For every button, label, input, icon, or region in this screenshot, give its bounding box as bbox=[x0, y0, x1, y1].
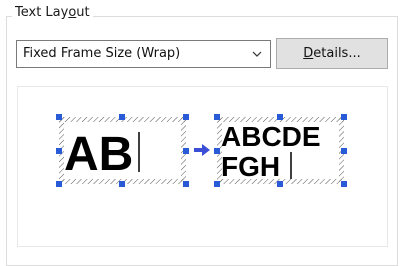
arrow-right-icon bbox=[194, 144, 210, 156]
before-frame: AB bbox=[56, 114, 189, 187]
after-text-line1: ABCDE bbox=[221, 121, 321, 152]
before-text: AB bbox=[64, 128, 133, 181]
after-text-line2: FGH bbox=[221, 151, 280, 182]
after-frame: ABCDE FGH bbox=[214, 114, 347, 187]
text-layout-illustration: AB ABCDE FGH bbox=[56, 114, 347, 187]
